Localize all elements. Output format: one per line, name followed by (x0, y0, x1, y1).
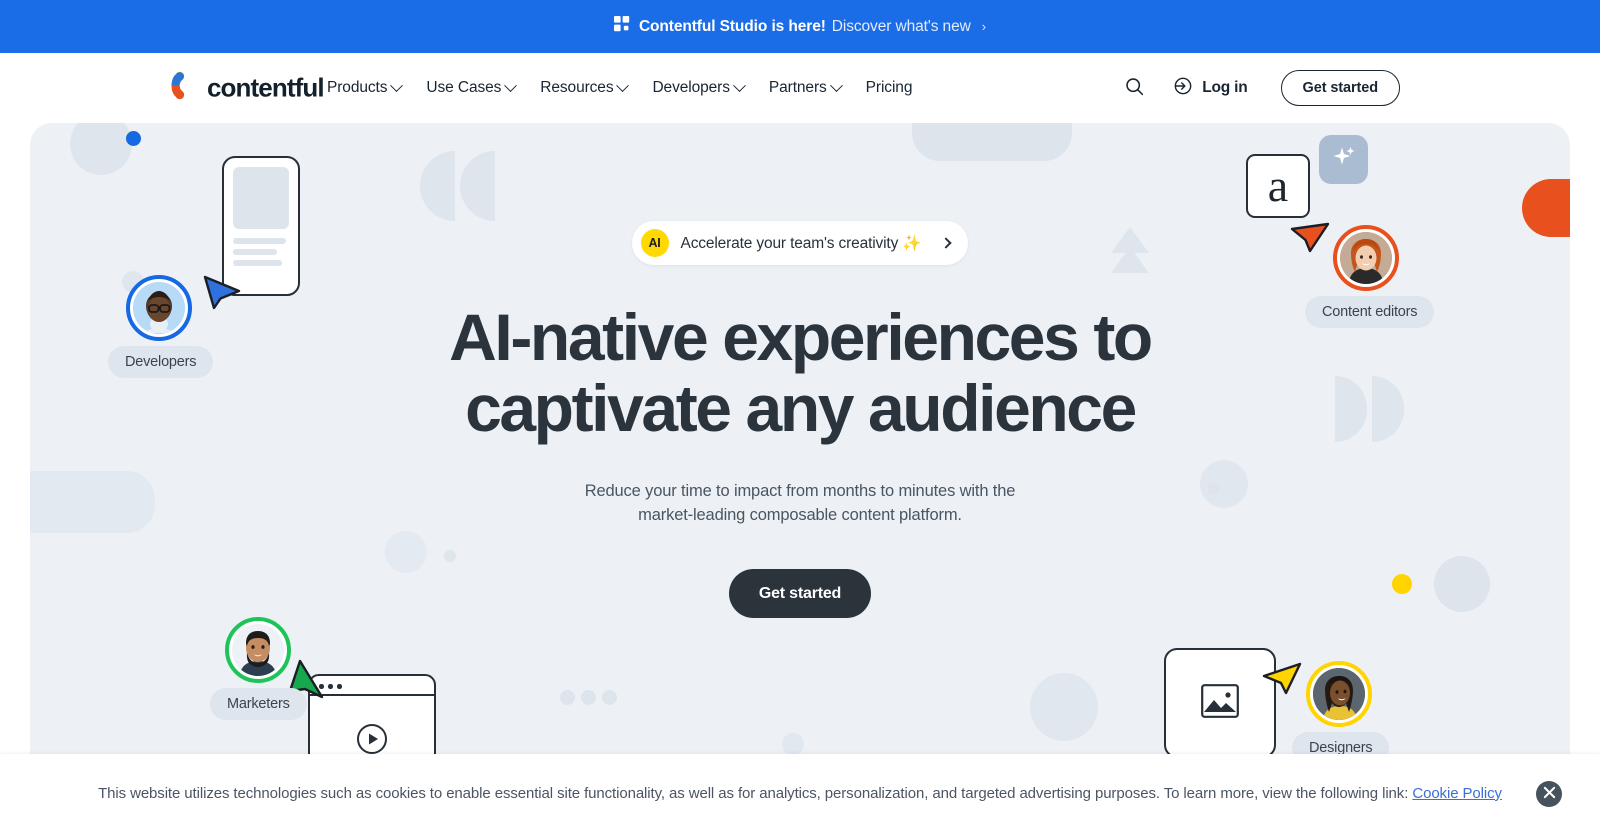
decor-circle (1030, 673, 1098, 741)
nav-item-resources[interactable]: Resources (540, 78, 630, 97)
search-icon (1124, 76, 1145, 100)
hero-get-started-button[interactable]: Get started (728, 569, 872, 619)
nav-item-use-cases[interactable]: Use Cases (426, 78, 518, 97)
decor-rounded-rect (30, 471, 155, 533)
chevron-down-icon (504, 78, 518, 92)
decor-circle (1200, 460, 1248, 508)
close-icon (1543, 786, 1556, 802)
cookie-consent-banner: This website utilizes technologies such … (0, 754, 1600, 834)
text-card-mockup: a (1246, 154, 1310, 218)
decor-dot (782, 733, 804, 755)
cookie-message-text: This website utilizes technologies such … (98, 784, 1413, 802)
cookie-message: This website utilizes technologies such … (98, 784, 1502, 804)
persona-label-text: Marketers (227, 696, 290, 712)
decor-rounded-rect (912, 123, 1072, 161)
decor-triangle (1111, 247, 1149, 273)
cursor-pointer-blue-icon (198, 271, 242, 320)
sparkle-icon (1331, 144, 1357, 175)
login-label: Log in (1202, 79, 1248, 96)
decor-circle (385, 531, 427, 573)
persona-label-text: Developers (125, 354, 197, 370)
card-image-skeleton (233, 167, 289, 229)
main-navigation: contentful Products Use Cases Resources … (0, 53, 1600, 123)
decor-half-circle (1335, 376, 1367, 442)
ai-announcement-pill[interactable]: AI Accelerate your team's creativity ✨ (631, 221, 969, 265)
decor-half-circle (420, 151, 455, 221)
announcement-title: Contentful Studio is here! (638, 17, 826, 35)
nav-item-pricing[interactable]: Pricing (866, 79, 913, 97)
get-started-nav-button[interactable]: Get started (1280, 70, 1400, 106)
nav-item-label: Resources (540, 79, 614, 96)
ai-badge: AI (640, 229, 669, 257)
cookie-close-button[interactable] (1536, 781, 1562, 807)
decor-dot-yellow (1392, 574, 1412, 594)
nav-links: Products Use Cases Resources Developers … (327, 78, 913, 97)
ai-pill-text: Accelerate your team's creativity ✨ (680, 234, 922, 252)
nav-actions: Log in Get started (1114, 68, 1400, 108)
avatar-developers (126, 275, 192, 341)
avatar-marketers (225, 617, 291, 683)
nav-item-label: Partners (768, 79, 827, 96)
card-line-skeleton (233, 260, 282, 266)
image-placeholder-icon (1201, 683, 1239, 723)
grid-squares-icon (613, 16, 630, 37)
persona-label-marketers: Marketers (210, 688, 307, 720)
login-button[interactable]: Log in (1173, 76, 1248, 101)
contentful-c-logo (170, 71, 200, 106)
decor-circle (1434, 556, 1490, 612)
decor-half-circle-orange (1522, 179, 1570, 237)
nav-item-developers[interactable]: Developers (652, 78, 746, 97)
announcement-banner[interactable]: Contentful Studio is here! Discover what… (0, 0, 1600, 53)
decor-half-circle (1372, 376, 1404, 442)
nav-item-label: Developers (652, 79, 730, 96)
card-line-skeleton (233, 238, 286, 244)
decor-circle (70, 123, 132, 175)
chevron-down-icon (829, 78, 843, 92)
logo-wordmark: contentful (207, 72, 325, 103)
chevron-down-icon (616, 78, 630, 92)
persona-label-text: Content editors (1322, 304, 1418, 320)
avatar-designers (1306, 661, 1372, 727)
decor-dot (560, 690, 575, 705)
decor-dot (1208, 483, 1219, 494)
cursor-pointer-yellow-icon (1259, 654, 1303, 703)
card-line-skeleton (233, 249, 277, 255)
hero-section: Developers a Content editors Marketers D… (30, 123, 1570, 834)
decor-half-circle (460, 151, 495, 221)
decor-dot (602, 690, 617, 705)
hero-subtitle: Reduce your time to impact from months t… (584, 481, 1016, 525)
decor-dot (581, 690, 596, 705)
chevron-right-icon (940, 237, 953, 249)
announcement-link[interactable]: Discover what's new (832, 18, 971, 36)
cursor-pointer-orange-icon (1289, 213, 1333, 262)
nav-item-label: Pricing (865, 79, 913, 96)
chevron-down-icon (733, 78, 746, 92)
nav-item-label: Products (327, 79, 388, 96)
contentful-logo[interactable]: contentful (170, 71, 325, 106)
chevron-right-icon: › (981, 19, 987, 34)
search-button[interactable] (1114, 68, 1154, 108)
login-arrow-icon (1173, 76, 1193, 101)
chevron-down-icon (390, 78, 404, 92)
persona-label-content-editors: Content editors (1305, 296, 1435, 328)
persona-label-developers: Developers (108, 346, 214, 378)
decor-dot (444, 550, 456, 562)
nav-item-products[interactable]: Products (327, 78, 404, 97)
decor-dot-blue (126, 131, 141, 146)
page-root: Contentful Studio is here! Discover what… (0, 0, 1600, 834)
cookie-policy-link[interactable]: Cookie Policy (1412, 785, 1502, 802)
sparkle-badge (1319, 135, 1368, 184)
letter-a-glyph: a (1267, 160, 1289, 211)
nav-item-label: Use Cases (426, 79, 502, 96)
page-title: AI-native experiences to captivate any a… (449, 300, 1153, 446)
avatar-content-editors (1333, 225, 1399, 291)
nav-item-partners[interactable]: Partners (768, 78, 843, 97)
